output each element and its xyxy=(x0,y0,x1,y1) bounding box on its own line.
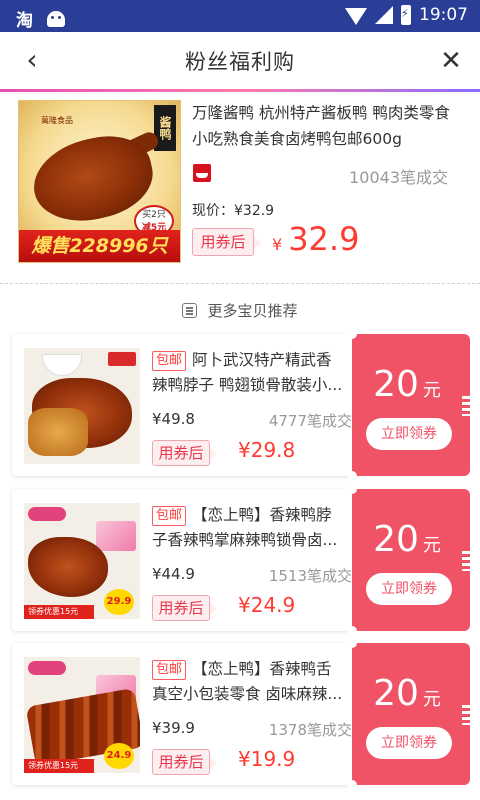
coupon-amount: 20 元 xyxy=(373,519,441,560)
android-icon xyxy=(47,10,65,27)
list-item-final-price: ¥24.9 xyxy=(238,593,296,617)
coupon-panel[interactable]: 20 元 立即领券 xyxy=(347,484,470,636)
list-item-coupon-tag: 用券后 xyxy=(152,440,217,466)
coupon-amount: 20 元 xyxy=(373,364,441,405)
list-item-title[interactable]: 包邮 阿卜武汉特产精武香辣鸭脖子 鸭翅锁骨散装小... xyxy=(152,348,346,398)
list-item-price: ¥44.9 xyxy=(152,565,195,583)
main-product[interactable]: 萬隆食品 酱鸭 买2只 减5元 爆售228996只 万隆酱鸭 杭州特产酱板鸭 鸭… xyxy=(0,92,480,280)
list-item-image[interactable]: 领券优惠15元 29.9 xyxy=(24,503,140,619)
list-item-price: ¥49.8 xyxy=(152,410,195,428)
list-item[interactable]: 领券优惠15元 24.9 包邮 【恋上鸭】香辣鸭舌真空小包装零食 卤味麻辣... … xyxy=(12,638,470,790)
list-item-final-price: ¥19.9 xyxy=(238,747,296,771)
image-coupon-bar: 领券优惠15元 xyxy=(24,759,94,773)
free-shipping-tag: 包邮 xyxy=(152,351,187,371)
image-price-badge: 29.9 xyxy=(104,589,134,615)
list-item-body[interactable]: 包邮 阿卜武汉特产精武香辣鸭脖子 鸭翅锁骨散装小... ¥49.8 4777笔成交… xyxy=(12,334,352,476)
main-product-sales: 10043笔成交 xyxy=(349,168,448,187)
list-item-sales: 4777笔成交 xyxy=(268,412,352,430)
main-product-current-price: 现价：¥32.9 xyxy=(192,203,275,219)
list-item-coupon-tag: 用券后 xyxy=(152,595,217,621)
more-recommendations-heading: 更多宝贝推荐 xyxy=(0,296,480,326)
coupon-panel[interactable]: 20 元 立即领券 xyxy=(347,638,470,790)
battery-icon xyxy=(401,5,411,25)
list-item[interactable]: 包邮 阿卜武汉特产精武香辣鸭脖子 鸭翅锁骨散装小... ¥49.8 4777笔成交… xyxy=(12,329,470,481)
main-product-coupon-tag: 用券后 xyxy=(192,228,262,256)
claim-coupon-button[interactable]: 立即领券 xyxy=(366,727,452,759)
signal-icon xyxy=(375,6,393,24)
main-product-final-price: ¥32.9 xyxy=(272,220,360,258)
close-button[interactable]: ✕ xyxy=(434,44,468,78)
list-item-price: ¥39.9 xyxy=(152,719,195,737)
section-divider xyxy=(0,283,480,284)
app-header: ‹ 粉丝福利购 ✕ xyxy=(0,32,480,90)
list-item-title[interactable]: 包邮 【恋上鸭】香辣鸭脖子香辣鸭掌麻辣鸭锁骨卤... xyxy=(152,503,346,553)
list-item-title[interactable]: 包邮 【恋上鸭】香辣鸭舌真空小包装零食 卤味麻辣... xyxy=(152,657,346,707)
list-item[interactable]: 领券优惠15元 29.9 包邮 【恋上鸭】香辣鸭脖子香辣鸭掌麻辣鸭锁骨卤... ¥… xyxy=(12,484,470,636)
coupon-panel[interactable]: 20 元 立即领券 xyxy=(347,329,470,481)
status-time: 19:07 xyxy=(419,5,468,25)
image-price-badge: 24.9 xyxy=(104,743,134,769)
taobao-app-icon: 淘 xyxy=(16,11,33,31)
list-item-image[interactable]: 领券优惠15元 24.9 xyxy=(24,657,140,773)
list-item-sales: 1513笔成交 xyxy=(268,567,352,585)
main-product-title[interactable]: 万隆酱鸭 杭州特产酱板鸭 鸭肉类零食小吃熟食美食卤烤鸭包邮600g xyxy=(192,100,462,152)
list-item-coupon-tag: 用券后 xyxy=(152,749,217,775)
list-icon xyxy=(182,303,198,318)
main-product-image[interactable]: 萬隆食品 酱鸭 买2只 减5元 爆售228996只 xyxy=(18,100,181,263)
coupon-amount: 20 元 xyxy=(373,673,441,714)
list-item-body[interactable]: 领券优惠15元 29.9 包邮 【恋上鸭】香辣鸭脖子香辣鸭掌麻辣鸭锁骨卤... ¥… xyxy=(12,489,352,631)
image-brand-label: 萬隆食品 xyxy=(41,116,73,125)
list-item-body[interactable]: 领券优惠15元 24.9 包邮 【恋上鸭】香辣鸭舌真空小包装零食 卤味麻辣... … xyxy=(12,643,352,785)
tmall-icon xyxy=(193,164,211,182)
image-coupon-bar: 领券优惠15元 xyxy=(24,605,94,619)
list-item-final-price: ¥29.8 xyxy=(238,438,296,462)
wifi-icon xyxy=(345,8,367,25)
page-title: 粉丝福利购 xyxy=(185,50,295,74)
claim-coupon-button[interactable]: 立即领券 xyxy=(366,418,452,450)
status-bar: 淘 19:07 xyxy=(0,0,480,32)
image-sales-banner: 爆售228996只 xyxy=(19,230,180,262)
free-shipping-tag: 包邮 xyxy=(152,660,187,680)
list-item-sales: 1378笔成交 xyxy=(268,721,352,739)
claim-coupon-button[interactable]: 立即领券 xyxy=(366,573,452,605)
free-shipping-tag: 包邮 xyxy=(152,506,187,526)
list-item-image[interactable] xyxy=(24,348,140,464)
